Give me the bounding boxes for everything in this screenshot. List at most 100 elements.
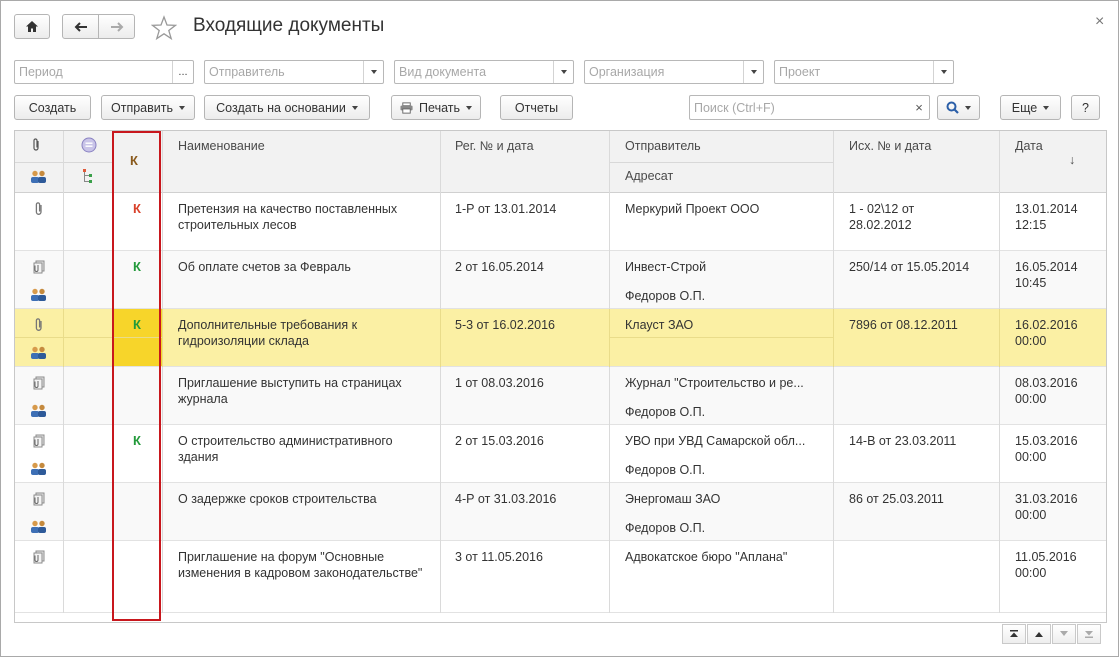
paperclip-icon[interactable] [32,138,41,152]
status-circle-icon[interactable] [81,137,97,153]
scanned-document-icon [32,376,46,393]
doctype-placeholder: Вид документа [399,65,487,79]
users-icon[interactable] [30,170,47,183]
sort-desc-icon[interactable]: ↓ [1069,153,1075,167]
row-divider [609,337,833,338]
scanned-document-icon [32,260,46,277]
documents-table[interactable]: К Наименование Рег. № и дата Отправитель… [14,130,1107,623]
scroll-bottom-button[interactable] [1077,624,1101,644]
column-divider [63,131,64,193]
table-row[interactable]: К Об оплате счетов за Февраль 2 от 16.05.2… [15,251,1106,309]
users-icon [30,404,47,420]
project-field[interactable]: Проект [774,60,954,84]
search-field[interactable]: Поиск (Ctrl+F) × [689,95,930,120]
column-divider [162,193,163,251]
column-divider [63,309,64,367]
reg-number-date: 5-3 от 16.02.2016 [455,318,555,332]
project-dropdown[interactable] [933,61,953,83]
reg-number-date: 3 от 11.05.2016 [455,550,543,564]
sender-dropdown[interactable] [363,61,383,83]
scroll-up-button[interactable] [1027,624,1051,644]
clear-search-icon[interactable]: × [909,96,929,119]
document-date: 11.05.2016 [1015,550,1077,564]
create-based-button[interactable]: Создать на основании [204,95,370,120]
column-divider [609,251,610,309]
scroll-down-button[interactable] [1052,624,1076,644]
scanned-document-icon [32,550,46,567]
back-button[interactable] [62,14,99,39]
column-divider [162,131,163,193]
period-select-button[interactable]: ... [172,61,193,83]
chevron-down-icon [178,105,185,110]
close-icon[interactable]: × [1095,13,1104,31]
column-sender-header[interactable]: Отправитель [625,139,701,153]
search-input[interactable]: Поиск (Ctrl+F) [690,101,909,115]
column-name-header[interactable]: Наименование [178,139,265,153]
column-divider [440,193,441,251]
column-divider [63,251,64,309]
column-divider [999,131,1000,193]
column-divider [833,131,834,193]
help-button[interactable]: ? [1071,95,1100,120]
home-button[interactable] [14,14,50,39]
print-button[interactable]: Печать [391,95,481,120]
column-divider [833,483,834,541]
search-button[interactable] [937,95,980,120]
document-date: 31.03.2016 [1015,492,1078,506]
table-row[interactable]: К Дополнительные требования к гидроизоляц… [15,309,1106,367]
column-divider [999,541,1000,613]
document-date: 08.03.2016 [1015,376,1078,390]
column-divider [162,251,163,309]
more-button[interactable]: Еще [1000,95,1061,120]
document-name: Приглашение выступить на страницах журна… [178,376,402,406]
organization-placeholder: Организация [589,65,665,79]
table-row[interactable]: Приглашение выступить на страницах журна… [15,367,1106,425]
print-label: Печать [419,100,460,115]
scroll-top-button[interactable] [1002,624,1026,644]
sender-name: Адвокатское бюро "Аплана" [625,550,788,564]
reg-number-date: 2 от 15.03.2016 [455,434,544,448]
table-header: К Наименование Рег. № и дата Отправитель… [15,131,1106,193]
arrow-right-icon [110,21,123,32]
reports-button[interactable]: Отчеты [500,95,573,120]
column-out-header[interactable]: Исх. № и дата [849,139,931,153]
column-divider [609,367,610,425]
users-icon [30,288,47,304]
column-addressee-header[interactable]: Адресат [625,169,673,183]
outgoing-number-date: 86 от 25.03.2011 [849,492,944,506]
column-date-header[interactable]: Дата [1015,139,1043,153]
create-button[interactable]: Создать [14,95,91,120]
doctype-dropdown[interactable] [553,61,573,83]
table-row[interactable]: КО строительство административного здани… [15,425,1106,483]
forward-button[interactable] [98,14,135,39]
document-name: Приглашение на форум "Основные изменения… [178,550,423,580]
table-row[interactable]: О задержке сроков строительства 4-Р от 31… [15,483,1106,541]
sender-field[interactable]: Отправитель [204,60,384,84]
table-row[interactable]: Приглашение на форум "Основные изменения… [15,541,1106,613]
column-reg-header[interactable]: Рег. № и дата [455,139,534,153]
column-divider [63,425,64,483]
table-row[interactable]: К Претензия на качество поставленных стро… [15,193,1106,251]
scanned-document-icon [32,492,46,509]
column-divider [999,367,1000,425]
star-icon[interactable] [151,15,177,41]
column-divider [999,193,1000,251]
sender-name: Журнал "Строительство и ре... [625,376,804,390]
paperclip-icon [34,202,44,219]
organization-field[interactable]: Организация [584,60,764,84]
send-label: Отправить [111,100,173,115]
document-name: О строительство административного здания [178,434,393,464]
period-field[interactable]: Период ... [14,60,194,84]
document-time: 12:15 [1015,218,1047,232]
tree-icon[interactable] [82,168,95,185]
column-divider [63,541,64,613]
reg-number-date: 4-Р от 31.03.2016 [455,492,557,506]
doctype-field[interactable]: Вид документа [394,60,574,84]
organization-dropdown[interactable] [743,61,763,83]
header-divider [609,162,833,163]
document-date: 13.01.2014 [1015,202,1078,216]
chevron-down-icon [370,70,377,74]
column-divider [833,425,834,483]
send-button[interactable]: Отправить [101,95,195,120]
column-divider [833,367,834,425]
